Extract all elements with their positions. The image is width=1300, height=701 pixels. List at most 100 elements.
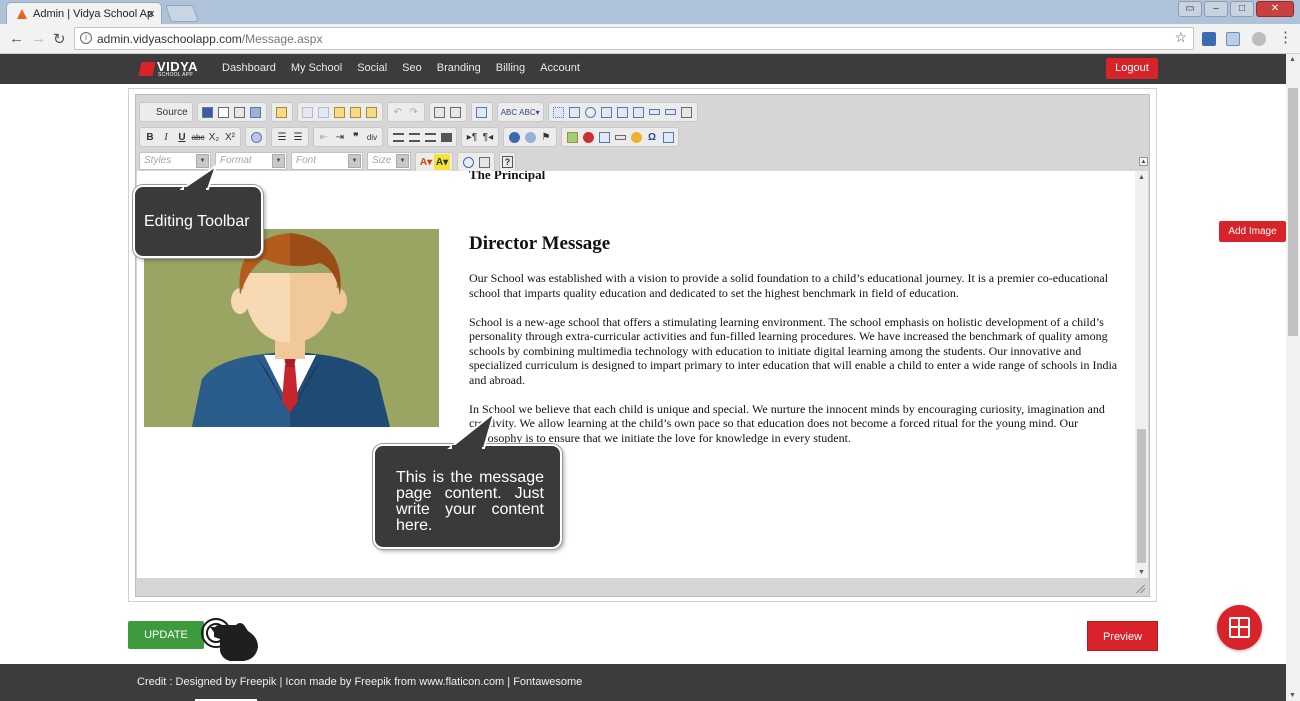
paste-text-icon[interactable] — [348, 104, 364, 120]
font-dropdown[interactable]: Font ▼ — [291, 152, 363, 170]
replace-icon[interactable] — [448, 104, 464, 120]
new-page-icon[interactable] — [216, 104, 232, 120]
scroll-down-icon[interactable]: ▼ — [1138, 568, 1145, 576]
minimize-icon[interactable]: – — [1204, 1, 1228, 17]
nav-social[interactable]: Social — [357, 62, 387, 74]
tab-close-icon[interactable]: × — [147, 6, 155, 21]
paste-word-icon[interactable] — [364, 104, 380, 120]
hidden-field-icon[interactable] — [679, 104, 695, 120]
numbered-list-icon[interactable]: ☰ — [274, 129, 290, 145]
browser-tab[interactable]: Admin | Vidya School Ap × — [6, 2, 162, 24]
select-field-icon[interactable] — [631, 104, 647, 120]
nav-dashboard[interactable]: Dashboard — [222, 62, 276, 74]
nav-seo[interactable]: Seo — [402, 62, 422, 74]
bookmark-star-icon[interactable]: ☆ — [1174, 29, 1187, 46]
paste-icon[interactable] — [332, 104, 348, 120]
align-left-icon[interactable] — [390, 129, 406, 145]
nav-account[interactable]: Account — [540, 62, 580, 74]
bulleted-list-icon[interactable]: ☰ — [290, 129, 306, 145]
create-div-icon[interactable]: div — [364, 129, 380, 145]
source-button[interactable]: Source — [142, 107, 190, 118]
strikethrough-button[interactable]: abc — [190, 129, 206, 145]
superscript-button[interactable]: X² — [222, 129, 238, 145]
content-scrollbar[interactable]: ▲ ▼ — [1135, 171, 1148, 578]
text-direction-rtl-icon[interactable]: ¶◂ — [480, 129, 496, 145]
scroll-down-icon[interactable]: ▼ — [1289, 692, 1296, 699]
form-icon[interactable] — [551, 104, 567, 120]
page-break-icon[interactable] — [660, 129, 676, 145]
italic-button[interactable]: I — [158, 129, 174, 145]
justify-icon[interactable] — [438, 129, 454, 145]
find-icon[interactable] — [432, 104, 448, 120]
templates-icon[interactable] — [274, 104, 290, 120]
button-field-icon[interactable] — [647, 104, 663, 120]
nav-my-school[interactable]: My School — [291, 62, 342, 74]
help-icon[interactable]: ? — [502, 156, 513, 168]
collapse-toolbar-icon[interactable]: ▲ — [1139, 157, 1148, 166]
director-portrait-image[interactable] — [144, 229, 439, 427]
outdent-icon[interactable]: ⇤ — [316, 129, 332, 145]
bold-button[interactable]: B — [142, 129, 158, 145]
radio-icon[interactable] — [583, 104, 599, 120]
back-arrow-icon[interactable]: ← — [9, 30, 24, 47]
window-close-icon[interactable]: ✕ — [1256, 1, 1294, 17]
floating-menu-button[interactable] — [1217, 605, 1262, 650]
copy-icon[interactable] — [316, 104, 332, 120]
horizontal-rule-icon[interactable] — [612, 129, 628, 145]
text-color-icon[interactable]: A▾ — [418, 154, 434, 170]
nav-billing[interactable]: Billing — [496, 62, 525, 74]
table-icon[interactable] — [596, 129, 612, 145]
scroll-up-icon[interactable]: ▲ — [1289, 56, 1296, 63]
page-scrollbar-thumb[interactable] — [1288, 88, 1298, 336]
undo-icon[interactable]: ↶ — [390, 104, 406, 120]
text-direction-ltr-icon[interactable]: ▸¶ — [464, 129, 480, 145]
user-switch-icon[interactable]: ▭ — [1178, 1, 1202, 17]
new-tab-button[interactable] — [164, 5, 200, 22]
select-all-icon[interactable] — [474, 104, 490, 120]
special-char-icon[interactable]: Ω — [644, 129, 660, 145]
spellcheck-as-you-type-icon[interactable]: ABC▾ — [518, 104, 540, 120]
flash-icon[interactable] — [580, 129, 596, 145]
remove-format-icon[interactable] — [248, 129, 264, 145]
underline-button[interactable]: U — [174, 129, 190, 145]
show-blocks-icon[interactable] — [476, 154, 492, 170]
vidya-logo[interactable]: VIDYA SCHOOL APP — [138, 59, 202, 78]
extension-icon[interactable] — [1202, 32, 1216, 46]
content-scrollbar-thumb[interactable] — [1137, 429, 1146, 563]
link-icon[interactable] — [506, 129, 522, 145]
page-scrollbar[interactable]: ▲ ▼ — [1286, 54, 1300, 701]
size-dropdown[interactable]: Size ▼ — [367, 152, 411, 170]
text-field-icon[interactable] — [599, 104, 615, 120]
extension-icon[interactable] — [1252, 32, 1266, 46]
print-icon[interactable] — [248, 104, 264, 120]
align-right-icon[interactable] — [422, 129, 438, 145]
nav-branding[interactable]: Branding — [437, 62, 481, 74]
subscript-button[interactable]: X₂ — [206, 129, 222, 145]
smiley-icon[interactable] — [628, 129, 644, 145]
preview-button[interactable]: Preview — [1087, 621, 1158, 651]
forward-arrow-icon[interactable]: → — [31, 30, 46, 47]
resize-handle-icon[interactable] — [1136, 584, 1145, 593]
redo-icon[interactable]: ↷ — [406, 104, 422, 120]
image-icon[interactable] — [564, 129, 580, 145]
checkbox-icon[interactable] — [567, 104, 583, 120]
editor-content-area[interactable]: The Principal Director Message Our Schoo… — [137, 171, 1148, 578]
background-color-icon[interactable]: A▾ — [434, 154, 450, 170]
extension-icon[interactable] — [1226, 32, 1240, 46]
cut-icon[interactable] — [300, 104, 316, 120]
reload-icon[interactable]: ↻ — [53, 30, 66, 48]
update-button[interactable]: UPDATE — [128, 621, 204, 649]
image-button-icon[interactable] — [663, 104, 679, 120]
browser-menu-icon[interactable]: ⋮ — [1278, 28, 1293, 46]
blockquote-icon[interactable]: ❞ — [348, 129, 364, 145]
unlink-icon[interactable] — [522, 129, 538, 145]
url-input[interactable]: i admin.vidyaschoolapp.com/Message.aspx … — [74, 27, 1194, 50]
anchor-icon[interactable]: ⚑ — [538, 129, 554, 145]
maximize-editor-icon[interactable] — [460, 154, 476, 170]
site-info-icon[interactable]: i — [80, 32, 92, 44]
spellcheck-icon[interactable]: ABC — [500, 104, 518, 120]
scroll-up-icon[interactable]: ▲ — [1138, 173, 1145, 181]
indent-icon[interactable]: ⇥ — [332, 129, 348, 145]
add-image-button[interactable]: Add Image — [1219, 221, 1286, 242]
align-center-icon[interactable] — [406, 129, 422, 145]
